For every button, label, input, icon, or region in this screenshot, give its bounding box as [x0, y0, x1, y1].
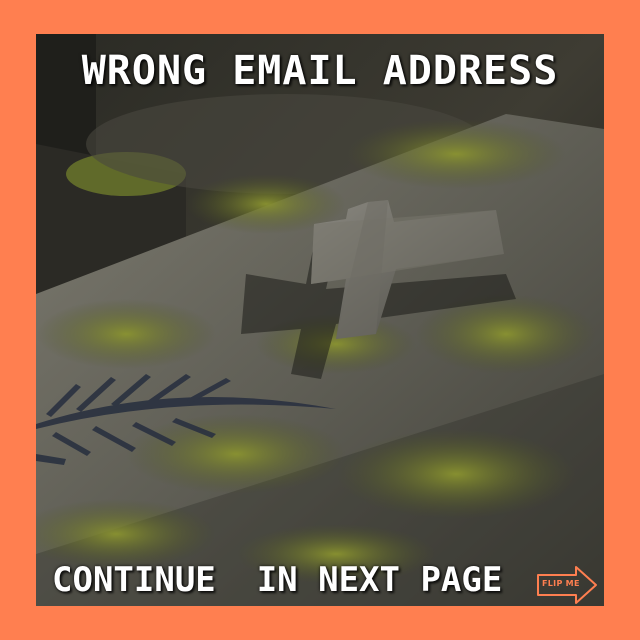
gravestone-photo	[36, 34, 604, 606]
headline-title: WRONG EMAIL ADDRESS	[81, 48, 559, 94]
orange-frame: WRONG EMAIL ADDRESS CONTINUE IN NEXT PAG…	[0, 0, 640, 640]
gravestone-illustration	[36, 34, 604, 606]
flip-me-button[interactable]: FLIP ME	[536, 565, 598, 605]
flip-me-label: FLIP ME	[542, 579, 580, 588]
continue-caption: CONTINUE IN NEXT PAGE	[52, 560, 503, 600]
